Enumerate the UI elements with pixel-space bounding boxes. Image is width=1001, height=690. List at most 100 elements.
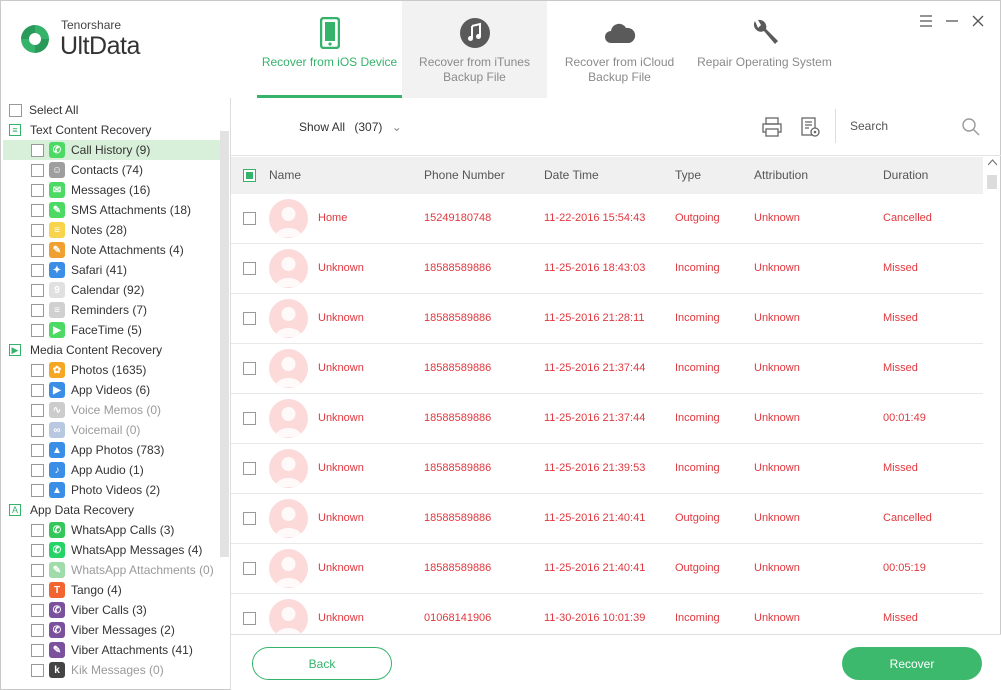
item-checkbox[interactable] — [31, 523, 44, 537]
row-checkbox[interactable] — [243, 312, 256, 325]
select-all-checkbox[interactable] — [9, 103, 22, 117]
item-checkbox[interactable] — [31, 263, 44, 277]
item-checkbox[interactable] — [31, 423, 44, 437]
item-checkbox[interactable] — [31, 303, 44, 317]
scroll-thumb[interactable] — [987, 175, 997, 189]
table-row[interactable]: Unknown 18588589886 11-25-2016 21:37:44 Inc… — [231, 344, 983, 394]
item-checkbox[interactable] — [31, 183, 44, 197]
sidebar-item[interactable]: 9 Calendar (92) — [3, 280, 221, 300]
row-checkbox[interactable] — [243, 262, 256, 275]
col-type[interactable]: Type — [675, 168, 701, 182]
sidebar-item[interactable]: ∞ Voicemail (0) — [3, 420, 221, 440]
item-checkbox[interactable] — [31, 483, 44, 497]
header-checkbox[interactable] — [243, 169, 256, 182]
sidebar-item[interactable]: ▶ App Videos (6) — [3, 380, 221, 400]
close-icon[interactable] — [970, 13, 986, 29]
item-checkbox[interactable] — [31, 203, 44, 217]
item-checkbox[interactable] — [31, 163, 44, 177]
col-phone[interactable]: Phone Number — [424, 168, 505, 182]
table-row[interactable]: Unknown 18588589886 11-25-2016 21:37:44 Inc… — [231, 394, 983, 444]
item-checkbox[interactable] — [31, 223, 44, 237]
tab-repair-os[interactable]: Repair Operating System — [692, 1, 837, 98]
item-checkbox[interactable] — [31, 283, 44, 297]
select-all[interactable]: Select All — [9, 100, 227, 120]
item-checkbox[interactable] — [31, 643, 44, 657]
row-checkbox[interactable] — [243, 512, 256, 525]
sidebar-item[interactable]: ✎ Note Attachments (4) — [3, 240, 221, 260]
recover-button[interactable]: Recover — [842, 647, 982, 680]
sidebar-category[interactable]: ▶ Media Content Recovery — [9, 340, 227, 360]
col-datetime[interactable]: Date Time — [544, 168, 599, 182]
sidebar-item[interactable]: ✎ SMS Attachments (18) — [3, 200, 221, 220]
table-scrollbar[interactable] — [986, 157, 999, 633]
sidebar-item[interactable]: ▲ App Photos (783) — [3, 440, 221, 460]
item-checkbox[interactable] — [31, 323, 44, 337]
scroll-up-icon[interactable] — [988, 159, 997, 166]
sidebar-item[interactable]: ≡ Reminders (7) — [3, 300, 221, 320]
export-settings-icon[interactable] — [799, 116, 821, 138]
row-checkbox[interactable] — [243, 362, 256, 375]
item-checkbox[interactable] — [31, 583, 44, 597]
sidebar-item[interactable]: ✉ Messages (16) — [3, 180, 221, 200]
show-all-count: (307) — [354, 120, 383, 134]
minimize-icon[interactable] — [944, 13, 960, 29]
back-button[interactable]: Back — [252, 647, 392, 680]
item-checkbox[interactable] — [31, 603, 44, 617]
sidebar-item[interactable]: k Kik Messages (0) — [3, 660, 221, 680]
row-checkbox[interactable] — [243, 612, 256, 625]
col-name[interactable]: Name — [269, 168, 301, 182]
table-row[interactable]: Unknown 18588589886 11-25-2016 21:39:53 Inc… — [231, 444, 983, 494]
item-checkbox[interactable] — [31, 443, 44, 457]
item-checkbox[interactable] — [31, 383, 44, 397]
table-row[interactable]: Home 15249180748 11-22-2016 15:54:43 Outgoi… — [231, 194, 983, 244]
item-checkbox[interactable] — [31, 463, 44, 477]
tab-recover-icloud[interactable]: Recover from iCloud Backup File — [547, 1, 692, 98]
tab-recover-ios[interactable]: Recover from iOS Device — [257, 1, 402, 98]
col-attribution[interactable]: Attribution — [754, 168, 808, 182]
row-checkbox[interactable] — [243, 462, 256, 475]
item-checkbox[interactable] — [31, 243, 44, 257]
sidebar-item[interactable]: ✆ WhatsApp Calls (3) — [3, 520, 221, 540]
sidebar-item[interactable]: ▶ FaceTime (5) — [3, 320, 221, 340]
item-checkbox[interactable] — [31, 403, 44, 417]
sidebar-item[interactable]: ♪ App Audio (1) — [3, 460, 221, 480]
sidebar-item[interactable]: ✿ Photos (1635) — [3, 360, 221, 380]
sidebar-item[interactable]: ✆ Call History (9) — [3, 140, 221, 160]
sidebar-item[interactable]: ∿ Voice Memos (0) — [3, 400, 221, 420]
table-row[interactable]: Unknown 18588589886 11-25-2016 18:43:03 Inc… — [231, 244, 983, 294]
sidebar-category[interactable]: ≡ Text Content Recovery — [9, 120, 227, 140]
item-checkbox[interactable] — [31, 663, 44, 677]
item-checkbox[interactable] — [31, 363, 44, 377]
row-checkbox[interactable] — [243, 562, 256, 575]
sidebar-category[interactable]: A App Data Recovery — [9, 500, 227, 520]
table-row[interactable]: Unknown 18588589886 11-25-2016 21:28:11 Inc… — [231, 294, 983, 344]
table-row[interactable]: Unknown 18588589886 11-25-2016 21:40:41 Out… — [231, 544, 983, 594]
sidebar-item[interactable]: ✎ Viber Attachments (41) — [3, 640, 221, 660]
item-checkbox[interactable] — [31, 623, 44, 637]
menu-icon[interactable] — [918, 13, 934, 29]
item-checkbox[interactable] — [31, 563, 44, 577]
search-input[interactable]: Search — [850, 119, 888, 133]
sidebar-scrollbar[interactable] — [220, 131, 229, 557]
col-duration[interactable]: Duration — [883, 168, 928, 182]
cell-type: Incoming — [675, 312, 720, 324]
item-checkbox[interactable] — [31, 543, 44, 557]
tab-recover-itunes[interactable]: Recover from iTunes Backup File — [402, 1, 547, 98]
sidebar-item[interactable]: ▲ Photo Videos (2) — [3, 480, 221, 500]
show-all-dropdown[interactable]: Show All (307) ⌄ — [299, 120, 402, 134]
category-item-icon: ≡ — [49, 302, 65, 318]
sidebar-item[interactable]: ✦ Safari (41) — [3, 260, 221, 280]
row-checkbox[interactable] — [243, 412, 256, 425]
sidebar-item[interactable]: ✆ Viber Messages (2) — [3, 620, 221, 640]
sidebar-item[interactable]: ✆ Viber Calls (3) — [3, 600, 221, 620]
sidebar-item[interactable]: T Tango (4) — [3, 580, 221, 600]
sidebar-item[interactable]: ≡ Notes (28) — [3, 220, 221, 240]
item-checkbox[interactable] — [31, 143, 44, 157]
table-row[interactable]: Unknown 18588589886 11-25-2016 21:40:41 Out… — [231, 494, 983, 544]
print-icon[interactable] — [761, 116, 783, 138]
sidebar-item[interactable]: ✆ WhatsApp Messages (4) — [3, 540, 221, 560]
search-icon[interactable] — [961, 117, 981, 137]
row-checkbox[interactable] — [243, 212, 256, 225]
sidebar-item[interactable]: ✎ WhatsApp Attachments (0) — [3, 560, 221, 580]
sidebar-item[interactable]: ☺ Contacts (74) — [3, 160, 221, 180]
